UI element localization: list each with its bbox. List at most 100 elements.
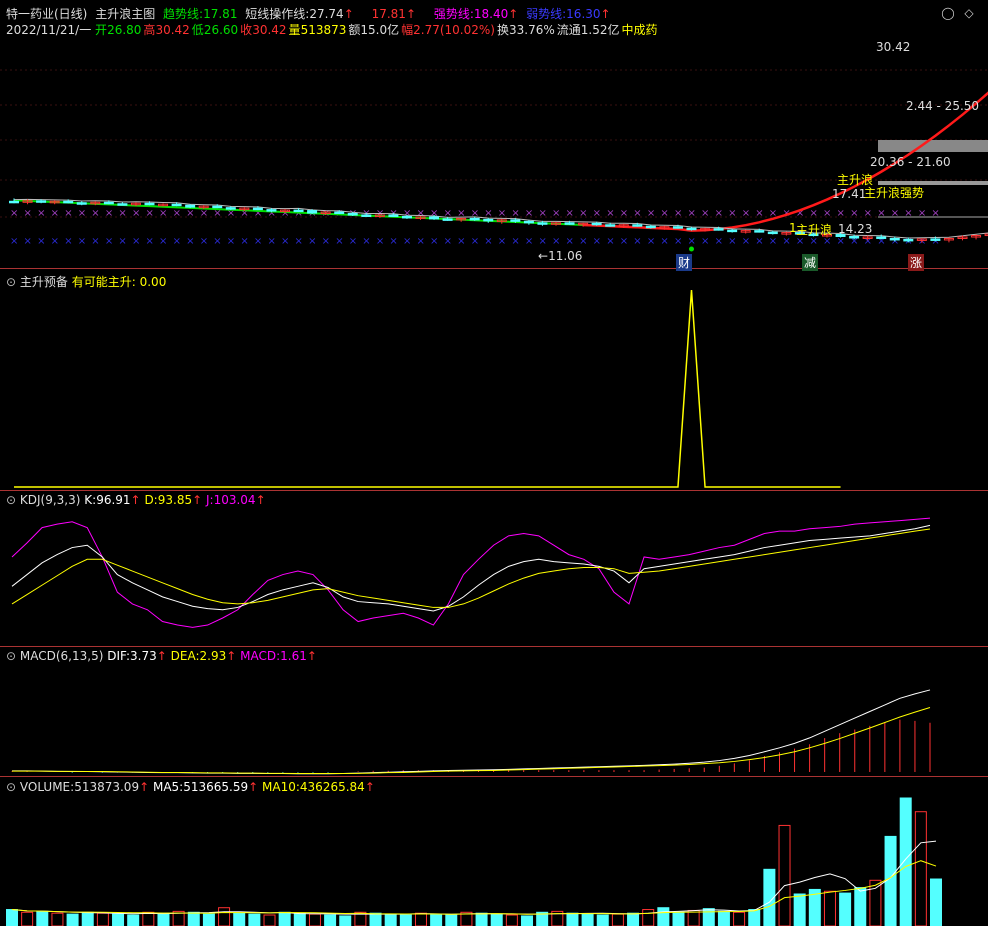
candle-body bbox=[754, 230, 765, 233]
candle-body bbox=[63, 200, 74, 204]
blue-x-mark: × bbox=[715, 236, 723, 247]
volume-bar bbox=[702, 908, 715, 926]
candle-body bbox=[727, 229, 738, 233]
blue-x-mark: × bbox=[349, 236, 357, 247]
blue-x-mark: × bbox=[64, 236, 72, 247]
candle-body bbox=[361, 214, 372, 217]
blue-x-mark: × bbox=[566, 236, 574, 247]
volume-bar bbox=[81, 911, 94, 926]
blue-x-mark: × bbox=[389, 236, 397, 247]
candle-body bbox=[401, 215, 412, 219]
purple-x-mark: × bbox=[864, 208, 872, 219]
candle-body bbox=[876, 236, 887, 239]
tag-jian[interactable]: 减 bbox=[802, 254, 819, 271]
zsl-strong-label: 主升浪强势 bbox=[864, 186, 925, 200]
chart-stage[interactable]: 特一药业(日线) 主升浪主图 趋势线:17.81 短线操作线:27.74↑ 17… bbox=[0, 0, 988, 926]
candle-body bbox=[930, 238, 941, 241]
tag-zhang[interactable]: 涨 bbox=[908, 254, 925, 271]
candle-body bbox=[388, 214, 399, 217]
purple-x-mark: × bbox=[538, 208, 546, 219]
purple-x-mark: × bbox=[660, 208, 668, 219]
purple-x-mark: × bbox=[755, 208, 763, 219]
candle-body bbox=[144, 202, 155, 206]
purple-x-mark: × bbox=[132, 208, 140, 219]
tag-cai[interactable]: 财 bbox=[676, 254, 693, 271]
purple-x-mark: × bbox=[593, 208, 601, 219]
purple-x-mark: × bbox=[566, 208, 574, 219]
purple-x-mark: × bbox=[159, 208, 167, 219]
candle-body bbox=[185, 204, 196, 208]
chart-svg[interactable]: × × × × × × × × × × × × × × × × × × × × × × × × × × × × × × × × × × × × × × × ×… bbox=[0, 0, 988, 926]
high-price-label: 30.42 bbox=[876, 40, 911, 54]
main-price-panel: × × × × × × × × × × × × × × × × × × × × × × × × × × × × × × × × × × × × × × × ×… bbox=[0, 69, 988, 252]
blue-x-mark: × bbox=[579, 236, 587, 247]
blue-x-mark: × bbox=[132, 236, 140, 247]
purple-x-mark: × bbox=[837, 208, 845, 219]
volume-bar bbox=[263, 914, 276, 926]
blue-x-mark: × bbox=[24, 236, 32, 247]
purple-x-mark: × bbox=[579, 208, 587, 219]
range1-label: 2.44 - 25.50 bbox=[906, 99, 980, 113]
blue-x-mark: × bbox=[660, 236, 668, 247]
blue-x-mark: × bbox=[633, 236, 641, 247]
blue-x-mark: × bbox=[430, 236, 438, 247]
purple-x-mark: × bbox=[809, 208, 817, 219]
blue-x-mark: × bbox=[606, 236, 614, 247]
kdj-d-line bbox=[11, 528, 931, 608]
kdj-k-line bbox=[11, 524, 931, 612]
volume-bar bbox=[36, 910, 49, 926]
blue-x-mark: × bbox=[620, 236, 628, 247]
volume-bar bbox=[127, 914, 140, 926]
volume-bar bbox=[369, 912, 382, 926]
candle-body bbox=[632, 224, 643, 227]
blue-x-mark: × bbox=[417, 236, 425, 247]
blue-x-mark: × bbox=[511, 236, 519, 247]
dea-line bbox=[12, 707, 931, 775]
candle-body bbox=[117, 203, 128, 206]
purple-x-mark: × bbox=[647, 208, 655, 219]
purple-x-mark: × bbox=[10, 208, 18, 219]
blue-x-mark: × bbox=[755, 236, 763, 247]
dif-line bbox=[12, 689, 931, 775]
candle-body bbox=[713, 228, 724, 231]
signal-dot bbox=[689, 246, 694, 252]
low-price-value: 11.06 bbox=[548, 249, 583, 263]
blue-x-mark: × bbox=[91, 236, 99, 247]
volume-bar bbox=[733, 911, 746, 926]
volume-bar bbox=[717, 910, 730, 926]
blue-x-mark: × bbox=[742, 236, 750, 247]
volume-bar bbox=[869, 879, 882, 926]
volume-bar bbox=[187, 911, 200, 926]
purple-x-mark: × bbox=[633, 208, 641, 219]
purple-x-mark: × bbox=[24, 208, 32, 219]
blue-x-mark: × bbox=[335, 236, 343, 247]
blue-x-mark: × bbox=[118, 236, 126, 247]
candle-body bbox=[523, 220, 534, 224]
volume-bar bbox=[96, 912, 109, 926]
resistance-band bbox=[878, 140, 988, 152]
blue-x-mark: × bbox=[78, 236, 86, 247]
volume-bar bbox=[218, 907, 231, 926]
volume-bar bbox=[596, 914, 609, 926]
blue-x-mark: × bbox=[457, 236, 465, 247]
candle-body bbox=[9, 200, 19, 204]
blue-x-mark: × bbox=[688, 236, 696, 247]
blue-x-mark: × bbox=[552, 236, 560, 247]
purple-x-mark: × bbox=[674, 208, 682, 219]
volume-bar bbox=[51, 912, 64, 926]
candle-body bbox=[537, 222, 548, 225]
signal-line bbox=[14, 289, 841, 488]
purple-x-mark: × bbox=[606, 208, 614, 219]
blue-x-mark: × bbox=[444, 236, 452, 247]
blue-x-mark: × bbox=[146, 236, 154, 247]
volume-bar bbox=[308, 913, 321, 926]
blue-x-mark: × bbox=[200, 236, 208, 247]
candle-body bbox=[767, 231, 778, 235]
purple-x-mark: × bbox=[511, 208, 519, 219]
purple-x-mark: × bbox=[37, 208, 45, 219]
purple-x-mark: × bbox=[525, 208, 533, 219]
volume-bar bbox=[823, 890, 836, 926]
price-1423-label: 14.23 bbox=[838, 222, 873, 236]
volume-bar bbox=[112, 913, 125, 926]
volume-bar bbox=[884, 835, 897, 926]
